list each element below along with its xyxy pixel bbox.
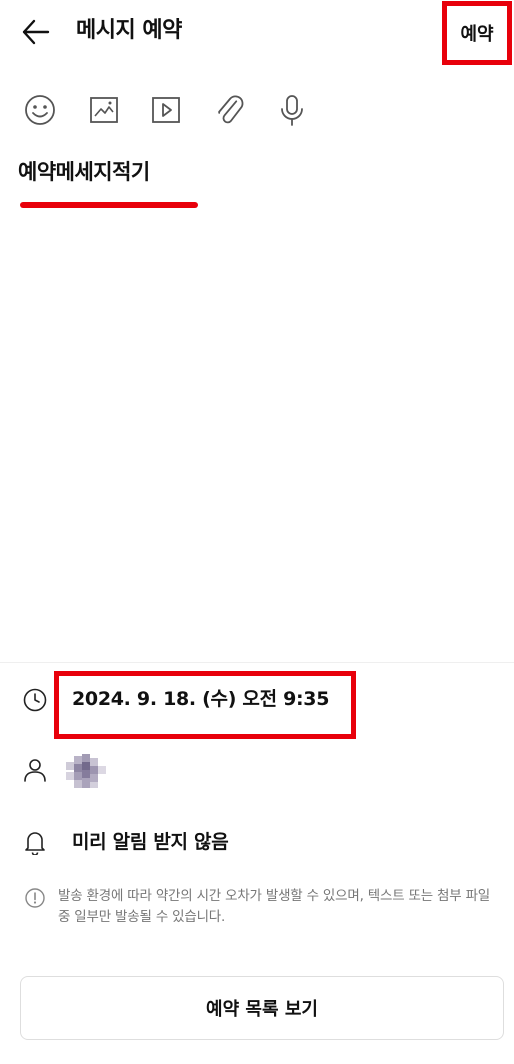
message-text[interactable]: 예약메세지적기 [18, 156, 150, 188]
divider [0, 662, 514, 663]
person-icon [22, 757, 48, 783]
page-title: 메시지 예약 [76, 18, 182, 43]
reminder-setting[interactable]: 미리 알림 받지 않음 [72, 827, 229, 857]
recipient-avatar[interactable] [66, 754, 112, 790]
emoji-icon[interactable] [22, 92, 58, 128]
bell-icon [22, 829, 48, 855]
notice-text: 발송 환경에 따라 약간의 시간 오차가 발생할 수 있으며, 텍스트 또는 첨… [58, 888, 491, 925]
back-arrow-icon[interactable] [20, 18, 52, 46]
image-icon[interactable] [86, 92, 122, 128]
schedule-datetime[interactable]: 2024. 9. 18. (수) 오전 9:35 [72, 684, 329, 714]
reserve-button[interactable]: 예약 [442, 1, 512, 65]
clock-icon [22, 687, 48, 713]
video-icon[interactable] [148, 92, 184, 128]
reservation-list-button[interactable]: 예약 목록 보기 [20, 976, 504, 1040]
attachment-icon[interactable] [211, 92, 247, 128]
message-underline-highlight [20, 202, 198, 208]
microphone-icon[interactable] [274, 92, 310, 128]
info-icon [24, 887, 46, 909]
